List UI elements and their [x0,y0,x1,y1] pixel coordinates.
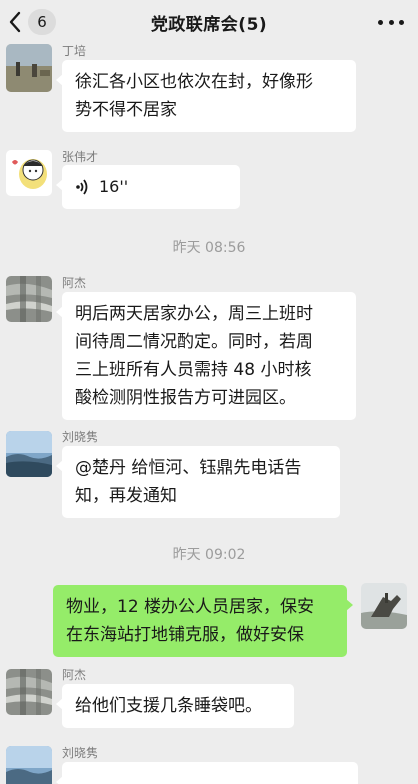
message-text-line: 给他们支援几条睡袋吧。 [75,696,262,716]
message-text-line: 徐汇各小区也依次在封，好像形 [75,72,313,92]
message-bubble[interactable]: 给他们支援几条睡袋吧。 [56,684,294,728]
message-bubble[interactable] [56,762,358,784]
voice-wave-icon [76,179,88,195]
chat-header: 6 党政联席会(5) [0,0,418,44]
voice-message-bubble[interactable]: 16'' [56,165,240,209]
message-bubble[interactable]: 明后两天居家办公，周三上班时 间待周二情况酌定。同时，若周 三上班所有人员需持 … [56,292,356,420]
message-text-line: 间待周二情况酌定。同时，若周 [75,332,313,352]
timestamp: 昨天 09:02 [172,547,246,563]
message-text-line: 明后两天居家办公，周三上班时 [75,304,313,324]
avatar[interactable] [6,431,52,477]
chat-title: 党政联席会(5) [150,14,268,35]
message-text-line: 物业，12 楼办公人员居家，保安 [66,597,315,617]
sender-name: 刘晓隽 [62,430,99,444]
unread-count-badge: 6 [28,9,56,35]
voice-duration: 16'' [99,177,129,196]
message-bubble[interactable]: @楚丹 给恒河、钰鼎先电话告 知，再发通知 [56,446,340,518]
self-avatar[interactable] [361,583,407,629]
timestamp: 昨天 08:56 [172,240,246,256]
avatar[interactable] [6,44,52,92]
back-chevron-icon [9,11,21,33]
message-bubble[interactable]: 徐汇各小区也依次在封，好像形 势不得不居家 [56,60,356,132]
message-text-line: 在东海站打地铺克服，做好安保 [66,625,304,645]
avatar[interactable] [6,669,52,715]
sender-name: 阿杰 [62,276,87,290]
outgoing-message-bubble[interactable]: 物业，12 楼办公人员居家，保安 在东海站打地铺克服，做好安保 [53,585,353,657]
sender-name: 刘晓隽 [62,746,99,760]
message-text-line: 知，再发通知 [75,486,177,506]
avatar[interactable] [6,150,52,196]
message-text-line: 酸检测阴性报告方可进园区。 [75,388,296,408]
sender-name: 阿杰 [62,668,87,682]
message-text-line: @楚丹 给恒河、钰鼎先电话告 [75,458,302,478]
avatar[interactable] [6,276,52,322]
back-button[interactable]: 6 [8,8,56,36]
sender-name: 丁培 [62,44,87,58]
avatar[interactable] [6,746,52,784]
more-dots-icon[interactable] [378,12,404,32]
message-text-line: 势不得不居家 [75,100,177,120]
message-text-line: 三上班所有人员需持 48 小时核 [75,360,312,380]
sender-name: 张伟才 [62,150,99,164]
